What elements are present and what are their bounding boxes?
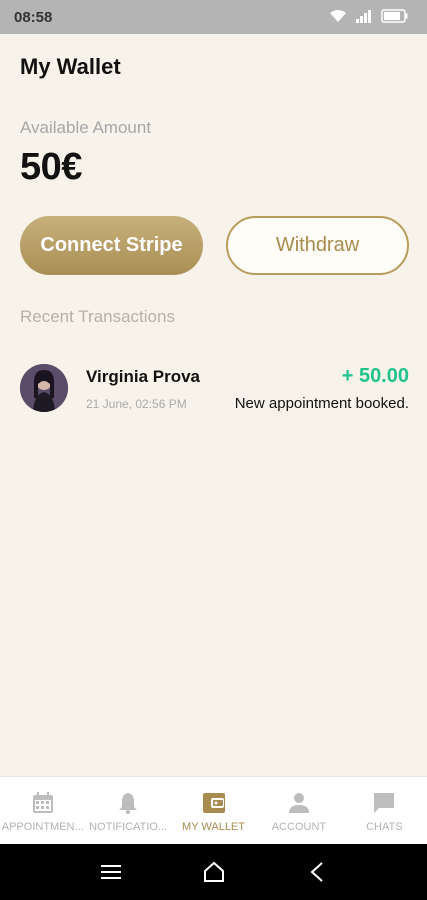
nav-label: NOTIFICATIO... [89,821,168,833]
bottom-nav: APPOINTMEN... NOTIFICATIO... MY WALLET A… [0,776,427,844]
bell-icon [119,793,138,814]
signal-icon [356,10,371,23]
withdraw-button[interactable]: Withdraw [226,216,409,275]
home-icon[interactable] [202,861,226,883]
menu-icon[interactable] [100,863,122,881]
recent-transactions-label: Recent Transactions [20,307,175,326]
nav-label: CHATS [366,821,403,833]
transaction-description: New appointment booked. [234,395,409,412]
transaction-amount: + 50.00 [341,365,409,387]
status-time: 08:58 [14,9,53,26]
nav-label: MY WALLET [182,821,245,833]
person-icon [288,793,309,813]
transaction-row[interactable]: Virginia Prova + 50.00 21 June, 02:56 PM… [20,364,409,414]
nav-item-account[interactable]: ACCOUNT [256,777,341,844]
status-icons [329,9,409,23]
nav-label: APPOINTMEN... [1,821,84,833]
avatar [20,364,68,412]
calendar-icon [32,792,53,813]
connect-stripe-button[interactable]: Connect Stripe [20,216,203,275]
status-bar: 08:58 [0,0,427,34]
wifi-icon [330,10,346,22]
page-title: My Wallet [20,54,121,79]
system-nav-bar [0,844,427,900]
available-amount-value: 50€ [20,146,82,188]
nav-item-notifications[interactable]: NOTIFICATIO... [85,777,170,844]
nav-label: ACCOUNT [271,821,327,833]
available-amount-label: Available Amount [20,118,152,137]
transaction-name: Virginia Prova [86,367,201,386]
transaction-date: 21 June, 02:56 PM [86,397,187,411]
avatar-image [20,364,68,412]
nav-item-appointments[interactable]: APPOINTMEN... [0,777,85,844]
nav-item-my-wallet[interactable]: MY WALLET [171,777,256,844]
wallet-icon [202,793,225,813]
battery-icon [381,9,408,23]
chat-icon [374,793,395,813]
nav-item-chats[interactable]: CHATS [342,777,427,844]
back-icon[interactable] [307,861,327,883]
